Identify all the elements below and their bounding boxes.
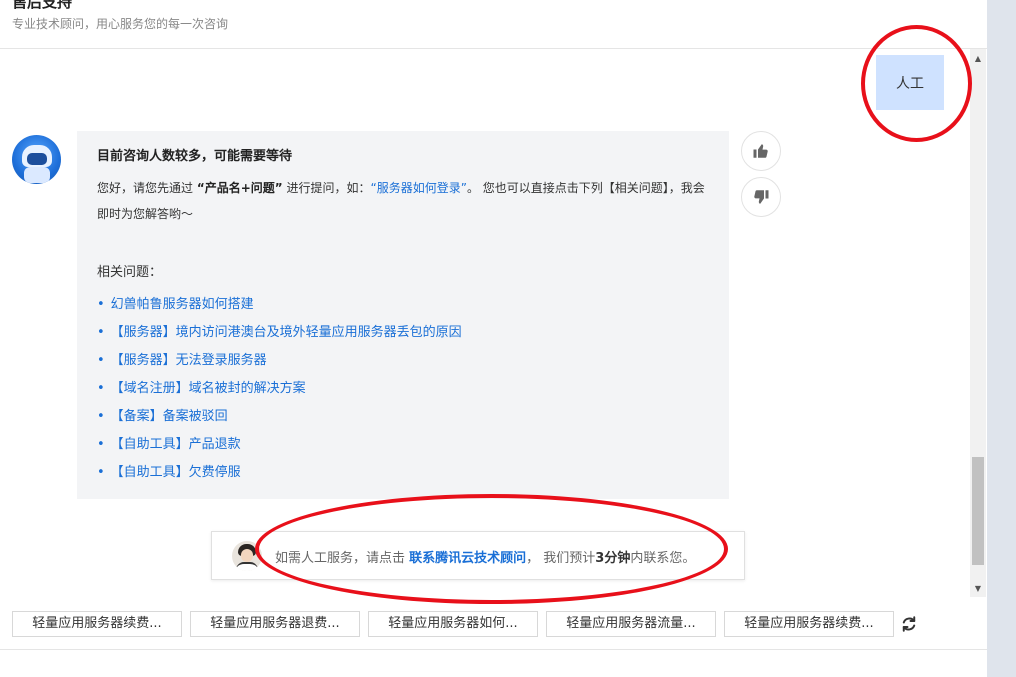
example-question-link[interactable]: “服务器如何登录” [371, 181, 467, 195]
related-questions-list: 幻兽帕鲁服务器如何搭建 【服务器】境内访问港澳台及境外轻量应用服务器丢包的原因 … [97, 291, 709, 487]
related-question-link[interactable]: 【自助工具】欠费停服 [97, 459, 709, 487]
thumbs-up-button[interactable] [741, 131, 781, 171]
refresh-icon [902, 616, 916, 632]
chat-history: 人工 目前咨询人数较多，可能需要等待 您好，请您先通过 “产品名+问题” 进行提… [0, 49, 970, 597]
agent-avatar [232, 541, 262, 571]
related-question-link[interactable]: 【服务器】境内访问港澳台及境外轻量应用服务器丢包的原因 [97, 319, 709, 347]
suggestion-chip[interactable]: 轻量应用服务器退费... [190, 611, 360, 637]
related-question-link[interactable]: 【域名注册】域名被封的解决方案 [97, 375, 709, 403]
bot-message-title: 目前咨询人数较多，可能需要等待 [97, 149, 293, 164]
related-question-link[interactable]: 【服务器】无法登录服务器 [97, 347, 709, 375]
bot-message-text: 您好，请您先通过 “产品名+问题” 进行提问，如：“服务器如何登录”。 您也可以… [97, 175, 709, 227]
contact-advisor-link[interactable]: 联系腾讯云技术顾问 [409, 551, 526, 566]
notice-text-part: ， 我们预计 [526, 551, 596, 566]
suggestion-chips: 轻量应用服务器续费... 轻量应用服务器退费... 轻量应用服务器如何... 轻… [0, 611, 987, 637]
header-subtitle: 专业技术顾问，用心服务您的每一次咨询 [12, 17, 229, 31]
bot-text-part: 进行提问，如： [282, 181, 371, 195]
chat-header: 售后支持 专业技术顾问，用心服务您的每一次咨询 [0, 0, 987, 49]
bot-message-bubble: 目前咨询人数较多，可能需要等待 您好，请您先通过 “产品名+问题” 进行提问，如… [77, 131, 729, 499]
related-question-link[interactable]: 幻兽帕鲁服务器如何搭建 [97, 291, 709, 319]
bot-text-part: 您好，请您先通过 [97, 181, 197, 195]
thumbs-down-button[interactable] [741, 177, 781, 217]
human-service-notice: 如需人工服务，请点击 联系腾讯云技术顾问， 我们预计3分钟内联系您。 [211, 531, 745, 580]
suggestion-chip[interactable]: 轻量应用服务器续费... [724, 611, 894, 637]
notice-wait-time: 3分钟 [595, 551, 631, 566]
scroll-up-arrow-icon[interactable]: ▲ [970, 51, 986, 67]
refresh-suggestions-button[interactable] [898, 613, 920, 635]
user-message-bubble: 人工 [876, 55, 944, 110]
thumbs-up-icon [753, 144, 768, 158]
bot-avatar [12, 135, 61, 184]
scroll-down-arrow-icon[interactable]: ▼ [970, 581, 986, 597]
notice-text-part: 如需人工服务，请点击 [275, 551, 410, 566]
scroll-thumb[interactable] [972, 457, 984, 565]
related-questions-label: 相关问题： [97, 265, 163, 280]
support-chat-page: 售后支持 专业技术顾问，用心服务您的每一次咨询 人工 目前咨询人数较多，可能需要… [0, 0, 987, 677]
bot-text-bold: “产品名+问题” [196, 181, 283, 195]
chat-scrollbar[interactable]: ▲ ▼ [970, 49, 986, 597]
header-title: 售后支持 [12, 0, 73, 11]
suggestion-chip[interactable]: 轻量应用服务器如何... [368, 611, 538, 637]
input-area-divider [0, 649, 987, 650]
user-message-text: 人工 [896, 75, 924, 92]
related-question-link[interactable]: 【自助工具】产品退款 [97, 431, 709, 459]
notice-text-part: 内联系您。 [630, 551, 696, 566]
thumbs-down-icon [754, 190, 769, 204]
notice-text: 如需人工服务，请点击 联系腾讯云技术顾问， 我们预计3分钟内联系您。 [275, 547, 695, 566]
related-question-link[interactable]: 【备案】备案被驳回 [97, 403, 709, 431]
suggestion-chip[interactable]: 轻量应用服务器续费... [12, 611, 182, 637]
suggestion-chip[interactable]: 轻量应用服务器流量... [546, 611, 716, 637]
window-edge [987, 0, 1016, 677]
